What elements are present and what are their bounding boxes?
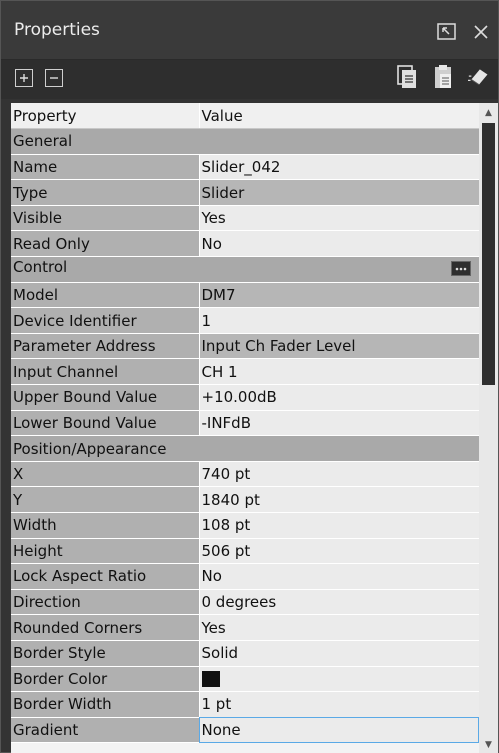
close-icon[interactable] bbox=[470, 21, 492, 43]
property-row[interactable]: Border Width 1 pt bbox=[11, 691, 480, 718]
property-value[interactable]: 108 pt bbox=[199, 512, 480, 539]
category-row[interactable]: General bbox=[11, 128, 480, 155]
column-header-property[interactable]: Property bbox=[11, 103, 200, 130]
paste-icon[interactable] bbox=[432, 65, 454, 88]
property-row[interactable]: Width 108 pt bbox=[11, 512, 480, 539]
property-value[interactable]: DM7 bbox=[199, 282, 480, 309]
property-row[interactable]: Parameter Address Input Ch Fader Level bbox=[11, 333, 480, 360]
property-name: Gradient bbox=[11, 717, 200, 744]
copy-icon[interactable] bbox=[396, 65, 418, 88]
property-name: Model bbox=[11, 282, 200, 309]
property-value[interactable]: 1 pt bbox=[199, 691, 480, 718]
property-row[interactable]: Lower Bound Value -INFdB bbox=[11, 410, 480, 437]
property-row[interactable]: Border Style Solid bbox=[11, 640, 480, 667]
property-row[interactable]: X 740 pt bbox=[11, 461, 480, 488]
category-label-text: General bbox=[13, 132, 73, 151]
property-row[interactable]: Upper Bound Value +10.00dB bbox=[11, 384, 480, 411]
panel-toolbar bbox=[1, 59, 498, 99]
property-name: Parameter Address bbox=[11, 333, 200, 360]
property-row[interactable]: Type Slider bbox=[11, 179, 480, 206]
property-row[interactable]: Y 1840 pt bbox=[11, 486, 480, 513]
category-label-text: Position/Appearance bbox=[13, 439, 167, 458]
property-value[interactable]: None bbox=[199, 717, 480, 744]
property-row[interactable]: Gradient None bbox=[11, 717, 480, 744]
restore-window-icon[interactable] bbox=[436, 21, 458, 43]
property-name: Height bbox=[11, 538, 200, 565]
eraser-icon[interactable] bbox=[468, 66, 490, 88]
scrollbar-thumb[interactable] bbox=[482, 123, 495, 385]
property-value[interactable]: -INFdB bbox=[199, 410, 480, 437]
property-name: Y bbox=[11, 486, 200, 513]
property-name: Lower Bound Value bbox=[11, 410, 200, 437]
property-value[interactable]: 506 pt bbox=[199, 538, 480, 565]
category-label-text: Control bbox=[13, 258, 68, 277]
property-name: Read Only bbox=[11, 230, 200, 258]
property-value[interactable]: 1 bbox=[199, 307, 480, 334]
property-value[interactable]: 740 pt bbox=[199, 461, 480, 488]
property-value[interactable] bbox=[199, 666, 480, 693]
property-value[interactable]: Solid bbox=[199, 640, 480, 667]
collapse-all-icon[interactable] bbox=[45, 69, 63, 87]
property-name: Type bbox=[11, 179, 200, 206]
property-value[interactable]: Yes bbox=[199, 205, 480, 232]
properties-panel: Properties Property Value General Name S… bbox=[0, 0, 499, 753]
property-value[interactable]: +10.00dB bbox=[199, 384, 480, 411]
property-name: Border Style bbox=[11, 640, 200, 667]
ellipsis-icon[interactable] bbox=[450, 261, 471, 280]
property-name: Border Width bbox=[11, 691, 200, 718]
category-label: Control bbox=[11, 256, 480, 283]
grid-header-row: Property Value bbox=[11, 103, 480, 130]
property-row[interactable]: Read Only No bbox=[11, 230, 480, 258]
property-value[interactable]: Slider_042 bbox=[199, 154, 480, 181]
scroll-down-arrow-icon[interactable]: ▼ bbox=[479, 735, 498, 753]
property-name: Upper Bound Value bbox=[11, 384, 200, 411]
property-value[interactable]: Yes bbox=[199, 614, 480, 641]
category-row[interactable]: Position/Appearance bbox=[11, 435, 480, 462]
category-row[interactable]: Control bbox=[11, 256, 480, 283]
vertical-scrollbar[interactable]: ▲ ▼ bbox=[479, 103, 498, 753]
category-label: General bbox=[11, 128, 480, 155]
panel-titlebar: Properties bbox=[1, 1, 498, 59]
scroll-up-arrow-icon[interactable]: ▲ bbox=[479, 103, 498, 122]
property-value[interactable]: No bbox=[199, 230, 480, 258]
expand-all-icon[interactable] bbox=[15, 69, 33, 87]
property-row[interactable]: Model DM7 bbox=[11, 282, 480, 309]
color-swatch[interactable] bbox=[201, 671, 220, 688]
property-name: Input Channel bbox=[11, 358, 200, 386]
panel-title: Properties bbox=[14, 20, 100, 40]
property-row[interactable]: Visible Yes bbox=[11, 205, 480, 232]
property-value[interactable]: 1840 pt bbox=[199, 486, 480, 513]
property-name: Device Identifier bbox=[11, 307, 200, 334]
property-row[interactable]: Rounded Corners Yes bbox=[11, 614, 480, 641]
property-name: Lock Aspect Ratio bbox=[11, 563, 200, 590]
property-row[interactable]: Name Slider_042 bbox=[11, 154, 480, 181]
property-row[interactable]: Height 506 pt bbox=[11, 538, 480, 565]
property-value[interactable]: Slider bbox=[199, 179, 480, 206]
property-name: Direction bbox=[11, 589, 200, 616]
property-row[interactable]: Direction 0 degrees bbox=[11, 589, 480, 616]
property-value[interactable]: No bbox=[199, 563, 480, 590]
property-name: X bbox=[11, 461, 200, 488]
property-value[interactable]: 0 degrees bbox=[199, 589, 480, 616]
property-name: Border Color bbox=[11, 666, 200, 693]
property-row[interactable]: Input Channel CH 1 bbox=[11, 358, 480, 386]
property-name: Visible bbox=[11, 205, 200, 232]
property-row[interactable]: Device Identifier 1 bbox=[11, 307, 480, 334]
property-name: Rounded Corners bbox=[11, 614, 200, 641]
property-row[interactable]: Border Color bbox=[11, 666, 480, 693]
property-name: Width bbox=[11, 512, 200, 539]
property-grid: Property Value General Name Slider_042 Type… bbox=[11, 103, 498, 753]
property-value[interactable]: Input Ch Fader Level bbox=[199, 333, 480, 360]
category-label: Position/Appearance bbox=[11, 435, 480, 462]
property-name: Name bbox=[11, 154, 200, 181]
property-value[interactable]: CH 1 bbox=[199, 358, 480, 386]
column-header-value[interactable]: Value bbox=[199, 103, 480, 130]
property-row[interactable]: Lock Aspect Ratio No bbox=[11, 563, 480, 590]
